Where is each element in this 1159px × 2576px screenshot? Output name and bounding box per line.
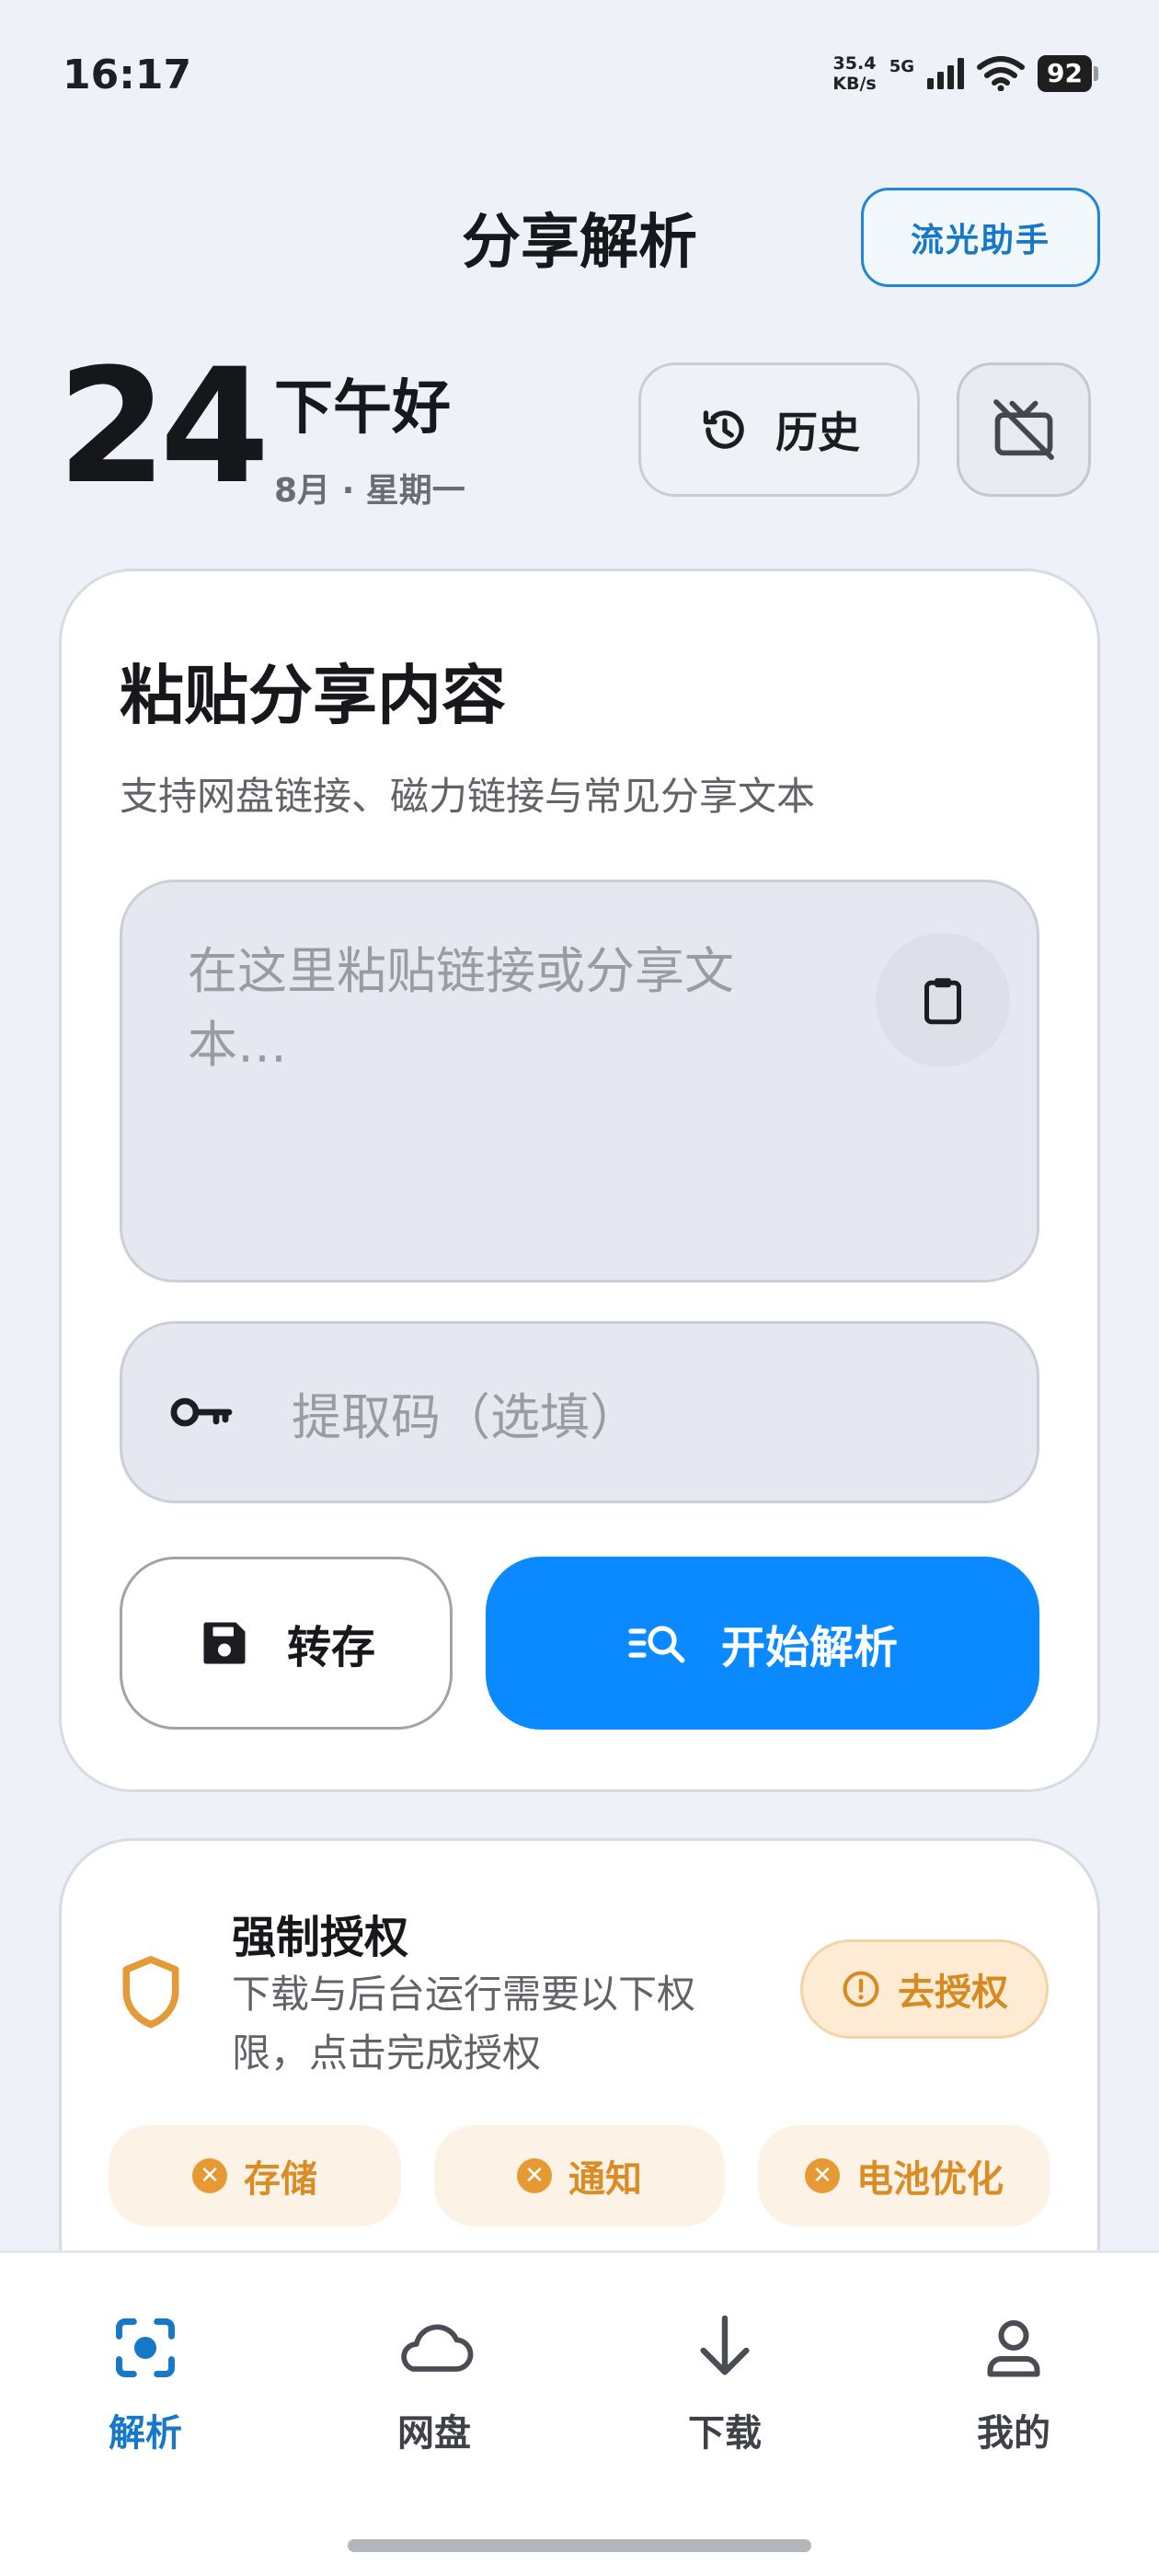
user-icon — [987, 2320, 1040, 2377]
nav-item-parse[interactable]: 解析 — [44, 2302, 247, 2456]
search-list-icon — [628, 1626, 685, 1663]
nav-label: 解析 — [109, 2412, 182, 2455]
permission-chip-storage[interactable]: ✕ 存储 — [109, 2125, 401, 2226]
close-circle-icon: ✕ — [805, 2158, 840, 2193]
paste-clipboard-button[interactable] — [876, 933, 1010, 1067]
status-icons: 35.4 KB/s 5G 92 — [832, 53, 1098, 94]
grant-permission-button[interactable]: 去授权 — [800, 1939, 1049, 2039]
nav-item-download[interactable]: 下载 — [624, 2302, 826, 2456]
nav-item-cloud[interactable]: 网盘 — [333, 2302, 535, 2456]
battery-level: 92 — [1038, 55, 1092, 92]
permission-description: 下载与后台运行需要以下权限，点击完成授权 — [232, 1972, 696, 2076]
scan-icon — [116, 2318, 175, 2377]
grant-label: 去授权 — [898, 1972, 1008, 2014]
permission-title: 强制授权 — [232, 1912, 409, 1963]
date-weekday: 8月 · 星期一 — [274, 472, 465, 510]
alert-circle-icon — [843, 1971, 879, 2007]
cast-button[interactable] — [957, 362, 1091, 497]
parse-label: 开始解析 — [720, 1622, 898, 1673]
save-label: 转存 — [286, 1622, 375, 1673]
chip-label: 电池优化 — [856, 2158, 1004, 2201]
extract-code-placeholder: 提取码（选填） — [292, 1387, 639, 1446]
day-number: 24 — [57, 334, 270, 519]
nav-item-profile[interactable]: 我的 — [912, 2302, 1115, 2456]
close-circle-icon: ✕ — [192, 2158, 227, 2193]
share-card-title: 粘贴分享内容 — [120, 658, 506, 733]
nav-label: 下载 — [688, 2412, 762, 2455]
share-card-subtitle: 支持网盘链接、磁力链接与常见分享文本 — [120, 774, 816, 819]
key-icon — [170, 1394, 238, 1431]
nav-label: 我的 — [977, 2412, 1050, 2455]
net-speed-unit: KB/s — [832, 74, 877, 94]
tv-off-icon — [993, 399, 1054, 460]
home-indicator[interactable] — [348, 2539, 811, 2552]
battery-cap — [1094, 66, 1098, 81]
chip-label: 通知 — [568, 2158, 642, 2201]
network-type: 5G — [889, 57, 915, 76]
cloud-icon — [401, 2324, 474, 2372]
start-parse-button[interactable]: 开始解析 — [486, 1557, 1039, 1730]
save-to-drive-button[interactable]: 转存 — [120, 1557, 453, 1730]
clipboard-icon — [924, 978, 961, 1025]
download-icon — [700, 2315, 750, 2375]
chip-label: 存储 — [244, 2158, 317, 2201]
assistant-button[interactable]: 流光助手 — [861, 188, 1100, 287]
net-speed: 35.4 KB/s — [832, 53, 876, 94]
shield-icon — [122, 1956, 179, 2029]
history-button[interactable]: 历史 — [638, 362, 920, 497]
permission-chip-notification[interactable]: ✕ 通知 — [434, 2125, 725, 2226]
permission-chip-battery[interactable]: ✕ 电池优化 — [758, 2125, 1050, 2226]
net-speed-value: 35.4 — [832, 53, 877, 74]
paste-placeholder: 在这里粘贴链接或分享文本… — [188, 942, 734, 1074]
save-icon — [203, 1622, 246, 1664]
close-circle-icon: ✕ — [517, 2158, 552, 2193]
status-time: 16:17 — [63, 52, 192, 98]
greeting: 下午好 — [274, 374, 451, 443]
extract-code-field[interactable]: 提取码（选填） — [120, 1321, 1039, 1503]
battery-indicator: 92 — [1038, 55, 1098, 92]
nav-label: 网盘 — [397, 2412, 471, 2455]
signal-icon — [927, 58, 965, 89]
wifi-icon — [977, 56, 1026, 91]
history-icon — [703, 410, 744, 449]
history-label: 历史 — [775, 408, 860, 457]
